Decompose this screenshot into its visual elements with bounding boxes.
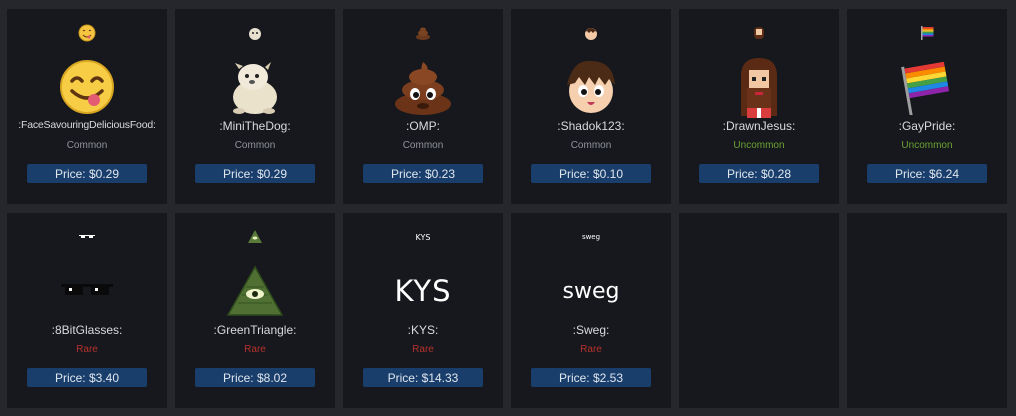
shadok-face-icon	[511, 23, 671, 43]
empty-card	[847, 213, 1007, 408]
poop-icon	[343, 23, 503, 43]
shadok-face-icon	[511, 54, 671, 120]
emoticon-name: :MiniTheDog:	[219, 119, 291, 133]
price-button[interactable]: Price: $2.53	[531, 368, 651, 387]
kys-text-icon: KYS	[343, 258, 503, 324]
emoticon-name: :Shadok123:	[557, 119, 625, 133]
emoticon-card[interactable]: KYS KYS :KYS: Rare Price: $14.33	[343, 213, 503, 408]
empty-card	[679, 213, 839, 408]
illuminati-triangle-icon	[175, 258, 335, 324]
price-button[interactable]: Price: $8.02	[195, 368, 315, 387]
emoticon-card[interactable]: :Shadok123: Common Price: $0.10	[511, 9, 671, 204]
emoticon-rarity: Rare	[412, 344, 434, 355]
drawn-jesus-icon	[679, 54, 839, 120]
price-button[interactable]: Price: $14.33	[363, 368, 483, 387]
sweg-large-text: sweg	[562, 278, 620, 304]
price-button[interactable]: Price: $6.24	[867, 164, 987, 183]
price-button[interactable]: Price: $0.29	[27, 164, 147, 183]
face-savouring-food-icon	[7, 23, 167, 43]
emoticon-name: :8BitGlasses:	[51, 323, 123, 337]
emoticon-card[interactable]: :DrawnJesus: Uncommon Price: $0.28	[679, 9, 839, 204]
mini-the-dog-icon	[175, 54, 335, 120]
emoticon-name: :OMP:	[405, 119, 440, 133]
emoticon-name: :GayPride:	[898, 119, 956, 133]
rainbow-flag-icon	[847, 23, 1007, 43]
illuminati-triangle-icon	[175, 227, 335, 247]
emoticon-card[interactable]: sweg sweg :Sweg: Rare Price: $2.53	[511, 213, 671, 408]
emoticon-card[interactable]: :FaceSavouringDeliciousFood: Common Pric…	[7, 9, 167, 204]
price-button[interactable]: Price: $0.29	[195, 164, 315, 183]
sweg-small-text: sweg	[581, 233, 601, 241]
sweg-text-icon: sweg	[511, 258, 671, 324]
kys-large-text: KYS	[394, 274, 452, 308]
mini-the-dog-icon	[175, 23, 335, 43]
emoticon-name: :FaceSavouringDeliciousFood:	[18, 119, 156, 131]
emoticon-rarity: Rare	[244, 344, 266, 355]
sweg-text-icon: sweg	[511, 227, 671, 247]
emoticon-rarity: Common	[402, 140, 444, 151]
price-button[interactable]: Price: $0.10	[531, 164, 651, 183]
pixel-glasses-icon	[7, 227, 167, 247]
price-button[interactable]: Price: $0.23	[363, 164, 483, 183]
emoticon-card[interactable]: :8BitGlasses: Rare Price: $3.40	[7, 213, 167, 408]
kys-text-icon: KYS	[343, 227, 503, 247]
emoticon-name: :GreenTriangle:	[213, 323, 297, 337]
emoticon-rarity: Common	[570, 140, 612, 151]
drawn-jesus-icon	[679, 23, 839, 43]
emoticon-rarity: Rare	[76, 344, 98, 355]
emoticon-name: :KYS:	[407, 323, 439, 337]
emoticon-card[interactable]: :GreenTriangle: Rare Price: $8.02	[175, 213, 335, 408]
emoticon-rarity: Rare	[580, 344, 602, 355]
emoticon-rarity: Uncommon	[733, 140, 785, 151]
emoticon-rarity: Common	[234, 140, 276, 151]
rainbow-flag-icon	[847, 54, 1007, 120]
price-button[interactable]: Price: $3.40	[27, 368, 147, 387]
emoticon-name: :Sweg:	[572, 323, 610, 337]
face-savouring-food-icon	[7, 54, 167, 120]
emoticon-rarity: Common	[66, 140, 108, 151]
emoticon-card[interactable]: :OMP: Common Price: $0.23	[343, 9, 503, 204]
emoticon-name: :DrawnJesus:	[722, 119, 796, 133]
emoticon-card[interactable]: :MiniTheDog: Common Price: $0.29	[175, 9, 335, 204]
pixel-glasses-icon	[7, 258, 167, 324]
poop-icon	[343, 54, 503, 120]
emoticon-card[interactable]: :GayPride: Uncommon Price: $6.24	[847, 9, 1007, 204]
emoticon-rarity: Uncommon	[901, 140, 953, 151]
kys-small-text: KYS	[415, 232, 431, 242]
price-button[interactable]: Price: $0.28	[699, 164, 819, 183]
emoticon-grid: :FaceSavouringDeliciousFood: Common Pric…	[7, 9, 1007, 408]
